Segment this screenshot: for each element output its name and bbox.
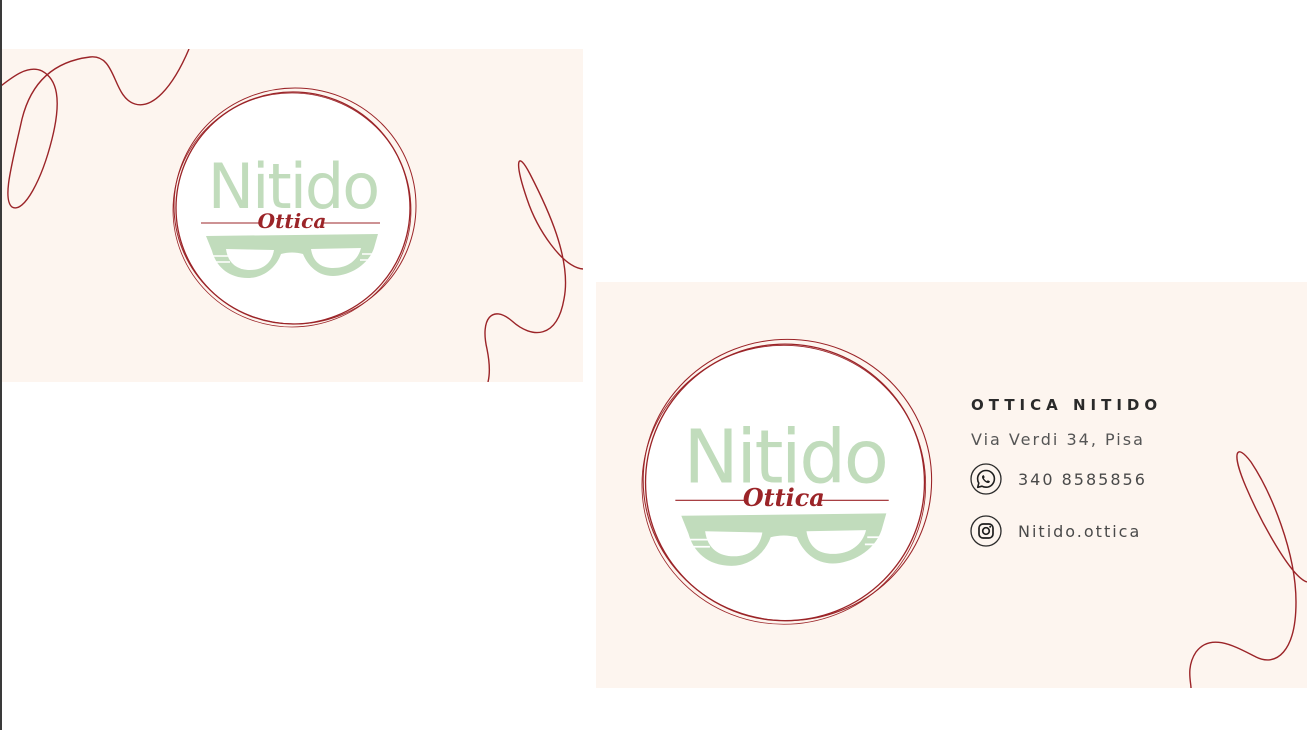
phone-number: 340 8585856 (1018, 469, 1147, 489)
nitido-ottica-logo: Nitido Ottica (641, 338, 933, 625)
logo-subtitle: Ottica (743, 484, 825, 512)
contact-info: OTTICA NITIDO Via Verdi 34, Pisa 340 858… (970, 396, 1162, 567)
instagram-handle: Nitido.ottica (1018, 521, 1142, 541)
business-card-back: Nitido Ottica OTTICA NITIDO Via Verdi 34… (596, 282, 1307, 688)
business-card-front: Nitido Ottica (2, 49, 583, 382)
shop-name: OTTICA NITIDO (971, 396, 1163, 414)
phone-row: 340 8585856 (970, 463, 1162, 495)
nitido-ottica-logo: Nitido Ottica (172, 87, 417, 328)
address: Via Verdi 34, Pisa (971, 430, 1145, 449)
logo-subtitle: Ottica (258, 209, 327, 233)
instagram-icon (970, 515, 1002, 547)
whatsapp-icon (970, 463, 1002, 495)
instagram-row: Nitido.ottica (970, 515, 1162, 547)
